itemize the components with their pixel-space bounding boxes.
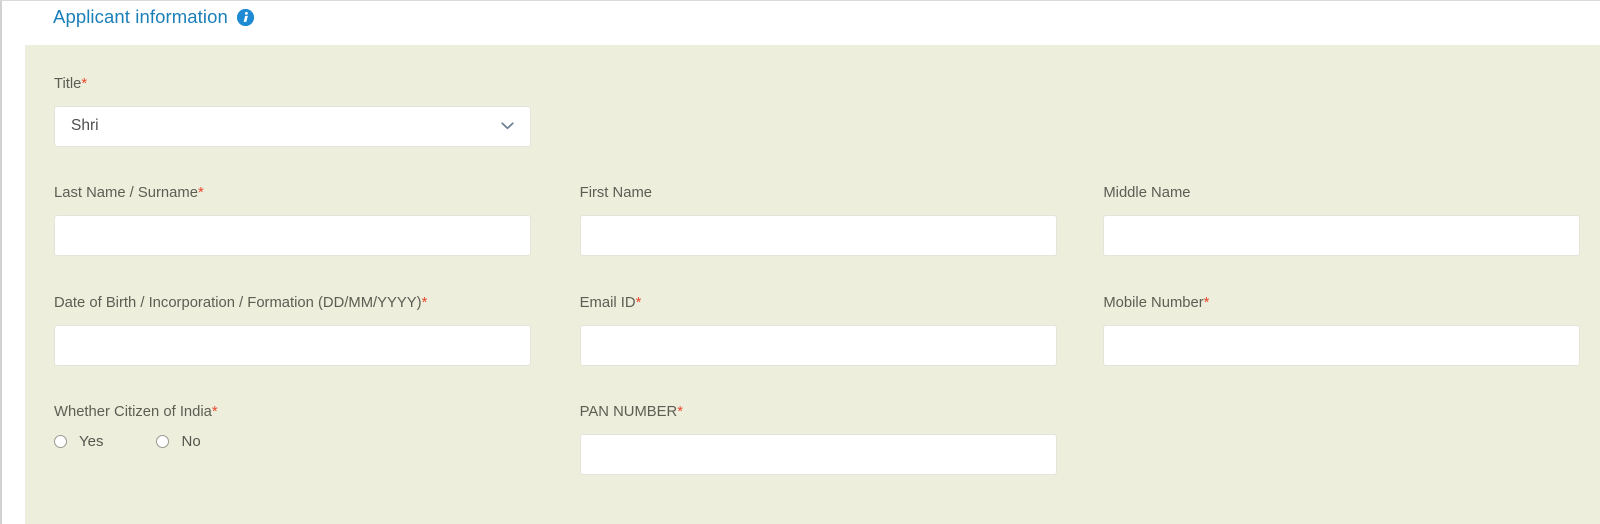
dob-input[interactable] xyxy=(54,324,531,366)
first-name-input[interactable] xyxy=(579,214,1057,256)
required-marker: * xyxy=(677,404,683,420)
field-dob: Date of Birth / Incorporation / Formatio… xyxy=(25,296,551,366)
field-title: Title* Shri xyxy=(25,77,559,147)
form-row-names: Last Name / Surname* First Name Middle N… xyxy=(25,186,1600,256)
email-input[interactable] xyxy=(579,324,1057,366)
citizen-radio-yes-label: Yes xyxy=(79,432,104,450)
citizen-radio-yes[interactable]: Yes xyxy=(54,434,103,449)
field-citizen: Whether Citizen of India* Yes No xyxy=(25,405,551,475)
field-pan: PAN NUMBER* xyxy=(551,405,1075,475)
form-row-citizen-pan: Whether Citizen of India* Yes No PAN NUM… xyxy=(25,405,1600,475)
title-select-value: Shri xyxy=(71,117,99,135)
middle-name-label: Middle Name xyxy=(1103,185,1191,201)
last-name-label: Last Name / Surname* xyxy=(54,185,204,201)
field-email: Email ID* xyxy=(551,296,1075,366)
citizen-label: Whether Citizen of India* xyxy=(54,404,218,420)
pan-input[interactable] xyxy=(579,433,1057,475)
citizen-radio-no[interactable]: No xyxy=(156,432,201,450)
required-marker: * xyxy=(421,295,428,311)
field-first-name: First Name xyxy=(551,186,1075,256)
citizen-radio-no-label: No xyxy=(181,432,201,450)
applicant-form-panel: Title* Shri Last Name / Surname* First N… xyxy=(25,45,1600,524)
first-name-label: First Name xyxy=(579,185,653,201)
required-marker: * xyxy=(211,404,218,420)
applicant-information-page: Applicant information Title* Shri Last N… xyxy=(0,0,1600,524)
required-marker: * xyxy=(635,295,642,311)
field-middle-name: Middle Name xyxy=(1074,186,1600,256)
citizen-radio-group: Yes No xyxy=(54,434,551,449)
section-header: Applicant information xyxy=(53,6,254,27)
mobile-input[interactable] xyxy=(1103,324,1581,366)
field-spacer xyxy=(1074,405,1600,475)
title-select-wrapper[interactable]: Shri xyxy=(54,105,531,147)
required-marker: * xyxy=(197,185,204,201)
page-title: Applicant information xyxy=(53,6,228,27)
form-row-title: Title* Shri xyxy=(25,77,1600,147)
title-label: Title* xyxy=(54,76,88,92)
email-label: Email ID* xyxy=(579,295,642,311)
title-select[interactable]: Shri xyxy=(54,105,531,147)
pan-label: PAN NUMBER* xyxy=(579,404,683,420)
required-marker: * xyxy=(81,76,88,92)
field-last-name: Last Name / Surname* xyxy=(25,186,551,256)
radio-circle-icon[interactable] xyxy=(156,434,170,448)
form-row-contact: Date of Birth / Incorporation / Formatio… xyxy=(25,296,1600,366)
mobile-label: Mobile Number* xyxy=(1103,295,1210,311)
info-circle-icon[interactable] xyxy=(236,8,254,26)
last-name-input[interactable] xyxy=(54,214,531,256)
middle-name-input[interactable] xyxy=(1103,214,1581,256)
dob-label: Date of Birth / Incorporation / Formatio… xyxy=(54,295,428,311)
required-marker: * xyxy=(1203,295,1210,311)
radio-circle-icon[interactable] xyxy=(54,434,67,448)
field-mobile: Mobile Number* xyxy=(1074,296,1600,366)
